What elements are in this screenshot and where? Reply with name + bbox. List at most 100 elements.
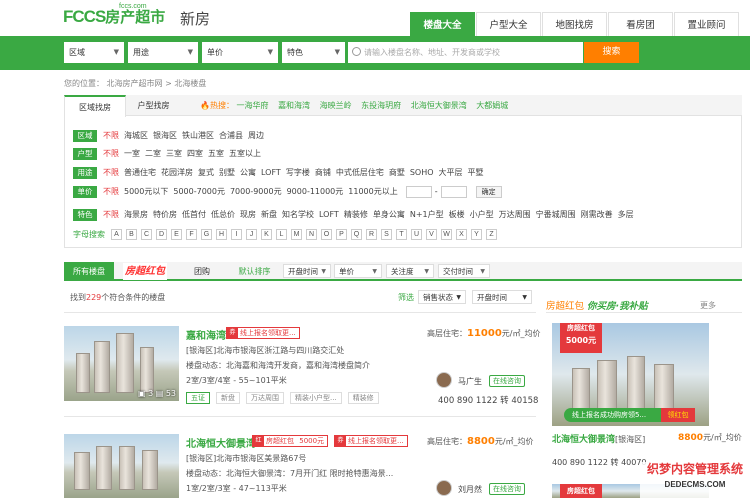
- filter-option[interactable]: 大平层: [439, 167, 463, 178]
- letter-button[interactable]: O: [321, 229, 332, 240]
- nav-advisor[interactable]: 置业顾问: [674, 12, 739, 37]
- tab-hongbao[interactable]: 房超红包: [123, 263, 167, 280]
- filter-option[interactable]: 小户型: [470, 209, 494, 220]
- listing-name[interactable]: 嘉和海湾: [186, 327, 226, 342]
- nav-tour[interactable]: 看房团: [608, 12, 673, 37]
- sort-delivery[interactable]: 交付时间 ▼: [438, 264, 490, 278]
- filter-option[interactable]: N+1户型: [410, 209, 444, 220]
- hot-item[interactable]: 东投海玥府: [361, 101, 401, 110]
- sidebar-listing-name[interactable]: 北海恒大御景湾[银海区]: [552, 432, 645, 445]
- usage-select[interactable]: 用途 ▼: [128, 42, 198, 63]
- filter-option[interactable]: 单身公寓: [373, 209, 405, 220]
- hongbao-badge[interactable]: 红房超红包 5000元: [252, 435, 329, 447]
- site-logo[interactable]: FCCS房产超市 fccs.com: [63, 3, 165, 27]
- hongbao-promo-image[interactable]: 房超红包 5000元 线上报名成功购房领5... 领红包: [552, 323, 709, 426]
- filter-option[interactable]: 新盘: [261, 209, 277, 220]
- filter-option[interactable]: 二室: [145, 148, 161, 159]
- filter-option[interactable]: 不限: [103, 209, 119, 220]
- filter-option[interactable]: 铁山港区: [182, 130, 214, 141]
- sort-attention[interactable]: 关注度 ▼: [386, 264, 434, 278]
- hot-item[interactable]: 大都娟城: [476, 101, 508, 110]
- filter-option[interactable]: 低总价: [211, 209, 235, 220]
- region-select[interactable]: 区域 ▼: [64, 42, 124, 63]
- more-link[interactable]: 更多: [700, 300, 716, 311]
- signup-badge[interactable]: 券线上报名领取更...: [226, 327, 300, 339]
- claim-hongbao-button[interactable]: 领红包: [661, 408, 695, 422]
- letter-button[interactable]: H: [216, 229, 227, 240]
- letter-button[interactable]: Q: [351, 229, 362, 240]
- tab-layout-search[interactable]: 户型找房: [126, 95, 181, 117]
- filter-option[interactable]: LOFT: [261, 168, 281, 177]
- signup-badge[interactable]: 券线上报名领取更...: [334, 435, 408, 447]
- tab-region-search[interactable]: 区域找房: [64, 95, 126, 117]
- letter-button[interactable]: U: [411, 229, 422, 240]
- hot-item[interactable]: 嘉和海湾: [278, 101, 310, 110]
- filter-option[interactable]: 五室: [208, 148, 224, 159]
- letter-button[interactable]: V: [426, 229, 437, 240]
- filter-option[interactable]: 知名学校: [282, 209, 314, 220]
- filter-option[interactable]: 精装修: [344, 209, 368, 220]
- sort-default[interactable]: 默认排序: [232, 262, 277, 281]
- letter-button[interactable]: W: [441, 229, 452, 240]
- filter-option[interactable]: LOFT: [319, 210, 339, 219]
- letter-button[interactable]: G: [201, 229, 212, 240]
- price-max-input[interactable]: [440, 185, 467, 198]
- filter-option[interactable]: 花园洋房: [161, 167, 193, 178]
- hot-item[interactable]: 一海华府: [237, 101, 269, 110]
- filter-option[interactable]: 宁番城周围: [536, 209, 576, 220]
- letter-button[interactable]: J: [246, 229, 257, 240]
- sort-price[interactable]: 单价 ▼: [334, 264, 382, 278]
- listing-photo[interactable]: ▣ 3 ▤ 53: [64, 326, 179, 401]
- avatar[interactable]: [436, 480, 452, 496]
- tab-all-listings[interactable]: 所有楼盘: [64, 262, 114, 281]
- letter-button[interactable]: F: [186, 229, 197, 240]
- filter-option[interactable]: 中式低层住宅: [336, 167, 384, 178]
- filter-option[interactable]: 写字楼: [286, 167, 310, 178]
- letter-button[interactable]: E: [171, 229, 182, 240]
- listing-news[interactable]: 楼盘动态：北海恒大御景湾：7月开门红 限时抢特惠海景...: [186, 468, 393, 479]
- price-min-input[interactable]: [405, 185, 432, 198]
- letter-button[interactable]: X: [456, 229, 467, 240]
- nav-huxing[interactable]: 户型大全: [476, 12, 541, 37]
- letter-button[interactable]: K: [261, 229, 272, 240]
- letter-button[interactable]: D: [156, 229, 167, 240]
- filter-option[interactable]: 商铺: [315, 167, 331, 178]
- letter-button[interactable]: R: [366, 229, 377, 240]
- sort-open-time[interactable]: 开盘时间 ▼: [283, 264, 331, 278]
- price-select[interactable]: 单价 ▼: [202, 42, 278, 63]
- filter-option[interactable]: 商墅: [389, 167, 405, 178]
- feature-select[interactable]: 特色 ▼: [282, 42, 345, 63]
- filter-option[interactable]: 五室以上: [229, 148, 261, 159]
- search-button[interactable]: 搜索: [584, 42, 639, 63]
- filter-option[interactable]: 低首付: [182, 209, 206, 220]
- filter-option[interactable]: 多层: [618, 209, 634, 220]
- letter-button[interactable]: L: [276, 229, 287, 240]
- letter-button[interactable]: Z: [486, 229, 497, 240]
- filter-option[interactable]: 不限: [103, 130, 119, 141]
- filter-option[interactable]: 复式: [198, 167, 214, 178]
- letter-button[interactable]: N: [306, 229, 317, 240]
- filter-option[interactable]: 11000元以上: [348, 186, 397, 197]
- listing-news[interactable]: 楼盘动态：北海嘉和海湾开发商，嘉和海湾楼盘简介: [186, 360, 370, 371]
- status-select[interactable]: 销售状态 ▼: [418, 290, 466, 304]
- filter-option[interactable]: 平墅: [468, 167, 484, 178]
- online-consult-button[interactable]: 在线咨询: [489, 483, 525, 495]
- filter-option[interactable]: 海景房: [124, 209, 148, 220]
- filter-option[interactable]: 四室: [187, 148, 203, 159]
- filter-option[interactable]: 别墅: [219, 167, 235, 178]
- tab-group-buy[interactable]: 团购: [183, 262, 221, 281]
- letter-button[interactable]: B: [126, 229, 137, 240]
- filter-option[interactable]: 合浦县: [219, 130, 243, 141]
- filter-option[interactable]: 特价房: [153, 209, 177, 220]
- promo-banner[interactable]: 线上报名成功购房领5...: [564, 408, 676, 422]
- filter-option[interactable]: 海城区: [124, 130, 148, 141]
- online-consult-button[interactable]: 在线咨询: [489, 375, 525, 387]
- letter-button[interactable]: T: [396, 229, 407, 240]
- letter-button[interactable]: M: [291, 229, 302, 240]
- filter-option[interactable]: 银海区: [153, 130, 177, 141]
- letter-button[interactable]: P: [336, 229, 347, 240]
- letter-button[interactable]: C: [141, 229, 152, 240]
- hot-item[interactable]: 海映兰岭: [320, 101, 352, 110]
- listing-name[interactable]: 北海恒大御景湾: [186, 435, 256, 450]
- hot-item[interactable]: 北海恒大御景湾: [411, 101, 467, 110]
